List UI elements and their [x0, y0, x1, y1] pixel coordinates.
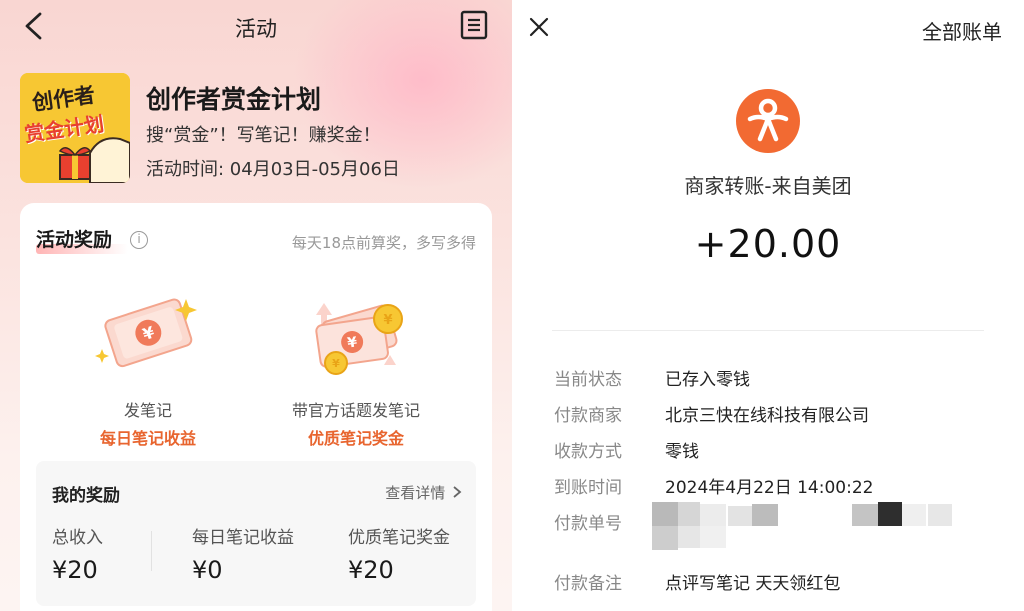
activity-banner-image: 创作者 赏金计划	[20, 73, 130, 183]
money-coins-icon: ¥ ¥ ¥	[296, 285, 416, 385]
detail-key: 收款方式	[554, 442, 622, 462]
detail-key: 到账时间	[554, 478, 622, 498]
chevron-right-icon	[453, 486, 462, 498]
detail-key: 付款备注	[554, 574, 622, 594]
svg-text:¥: ¥	[332, 357, 340, 370]
detail-value: 北京三快在线科技有限公司	[665, 406, 869, 426]
reward-item-daily: ¥ 发笔记 每日笔记收益	[48, 285, 248, 449]
detail-value: 2024年4月22日 14:00:22	[665, 478, 874, 498]
rewards-card: 活动奖励 i 每天18点前算奖，多写多得 ¥ 发笔记 每日笔记收益 ¥ ¥ ¥ …	[20, 203, 492, 611]
stat-total-income: 总收入 ¥20	[52, 523, 103, 584]
detail-key: 付款商家	[554, 406, 622, 426]
document-list-icon	[460, 10, 488, 40]
detail-value: 点评写笔记 天天领红包	[665, 574, 841, 594]
info-icon[interactable]: i	[130, 231, 148, 249]
money-note-icon: ¥	[88, 285, 208, 385]
transaction-detail-page: 全部账单 商家转账-来自美团 +20.00 当前状态 已存入零钱 付款商家 北京…	[512, 0, 1024, 611]
detail-key: 当前状态	[554, 370, 622, 390]
my-rewards-title: 我的奖励	[52, 486, 120, 506]
close-icon	[529, 17, 549, 37]
rules-button[interactable]	[460, 10, 488, 40]
view-details-link[interactable]: 查看详情	[385, 482, 462, 503]
my-rewards-box: 我的奖励 查看详情 总收入 ¥20 每日笔记收益 ¥0 优质笔记奖金 ¥20	[36, 461, 476, 606]
transaction-amount: +20.00	[694, 222, 842, 266]
activity-title: 创作者赏金计划	[146, 85, 322, 114]
stat-value: ¥20	[348, 556, 394, 584]
stat-value: ¥20	[52, 556, 98, 584]
activity-subtitle: 搜“赏金”！写笔记！赚奖金！	[146, 125, 381, 146]
close-button[interactable]	[528, 16, 550, 38]
stat-quality-bonus: 优质笔记奖金 ¥20	[348, 523, 450, 584]
order-number-redaction	[652, 502, 952, 552]
rewards-section-title: 活动奖励	[36, 225, 128, 254]
activity-page: 活动 创作者 赏金计划 创作者赏金计划 搜“赏金”！写笔记！赚奖金！ 活动时间:…	[0, 0, 512, 611]
top-bar: 活动	[0, 0, 512, 52]
reward-item-value: 优质笔记奖金	[307, 429, 404, 448]
divider	[552, 330, 984, 331]
reward-item-value: 每日笔记收益	[99, 429, 196, 448]
all-bills-link[interactable]: 全部账单	[922, 16, 1002, 45]
svg-text:¥: ¥	[383, 313, 392, 328]
rewards-note: 每天18点前算奖，多写多得	[291, 234, 476, 252]
detail-key: 付款单号	[554, 514, 622, 534]
reward-item-label: 发笔记	[123, 401, 172, 420]
stat-label: 总收入	[52, 528, 103, 548]
stat-label: 每日笔记收益	[192, 528, 294, 548]
detail-value: 已存入零钱	[665, 370, 750, 390]
view-details-label: 查看详情	[385, 484, 446, 502]
stat-divider	[151, 531, 152, 571]
detail-value: 零钱	[665, 442, 699, 462]
rewards-section-title-text: 活动奖励	[36, 229, 113, 251]
stat-label: 优质笔记奖金	[348, 528, 450, 548]
stat-daily-income: 每日笔记收益 ¥0	[192, 523, 294, 584]
meituan-logo-icon	[736, 89, 800, 153]
page-title: 活动	[235, 17, 277, 41]
merchant-line: 商家转账-来自美团	[684, 174, 852, 198]
reward-item-label: 带官方话题发笔记	[291, 401, 420, 420]
activity-time: 活动时间: 04月03日-05月06日	[146, 159, 400, 180]
stat-value: ¥0	[192, 556, 223, 584]
reward-item-quality: ¥ ¥ ¥ 带官方话题发笔记 优质笔记奖金	[256, 285, 456, 449]
